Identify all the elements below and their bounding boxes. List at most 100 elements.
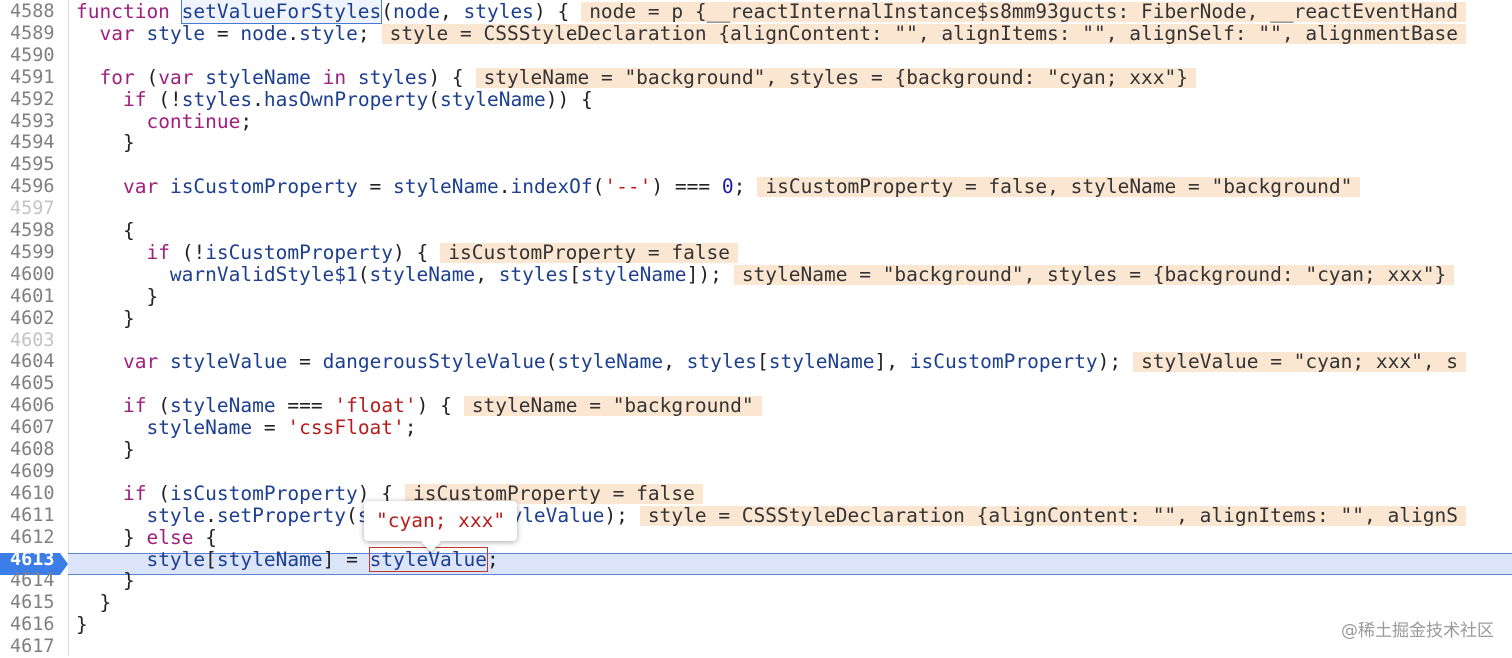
line-number[interactable]: 4617 — [10, 636, 62, 658]
code-line[interactable]: 4602 } — [0, 306, 1512, 330]
line-number[interactable]: 4602 — [10, 308, 62, 330]
punctuation — [76, 219, 123, 242]
punctuation — [76, 88, 123, 111]
line-number[interactable]: 4597 — [10, 198, 62, 220]
code-line[interactable]: 4593 continue; — [0, 110, 1512, 133]
code-line[interactable]: 4603 — [0, 330, 1512, 352]
code-line[interactable]: 4617 — [0, 636, 1512, 658]
line-number[interactable]: 4608 — [10, 439, 62, 461]
code-line[interactable]: 4599 if (!isCustomProperty) {isCustomPro… — [0, 240, 1512, 264]
punctuation — [193, 526, 205, 549]
code-line[interactable]: 4605 — [0, 373, 1512, 395]
line-number[interactable]: 4593 — [10, 111, 62, 133]
code-text: var style = node.style; style = CSSStyleD… — [76, 21, 1466, 45]
code-line[interactable]: 4609 — [0, 461, 1512, 483]
code-line[interactable]: 4615 } — [0, 592, 1512, 614]
punctuation — [323, 394, 335, 417]
code-line[interactable]: 4600 warnValidStyle$1(styleName, styles[… — [0, 262, 1512, 286]
punctuation: [ — [569, 262, 581, 286]
line-number[interactable]: 4598 — [10, 220, 62, 242]
code-line[interactable]: 4592 if (!styles.hasOwnProperty(styleNam… — [0, 87, 1512, 111]
line-number[interactable]: 4589 — [10, 23, 62, 45]
punctuation: { — [557, 0, 570, 23]
code-line[interactable]: 4613 style[styleName] = styleValue; — [0, 546, 1512, 572]
code-text: } else { — [76, 526, 217, 549]
code-text: } — [76, 439, 135, 461]
punctuation: = — [287, 394, 300, 418]
punctuation — [346, 66, 358, 89]
code-line[interactable]: 4608 } — [0, 439, 1512, 461]
line-number[interactable]: 4605 — [10, 373, 62, 395]
line-number[interactable]: 4616 — [10, 614, 62, 636]
code-line[interactable]: 4594 } — [0, 132, 1512, 154]
line-number[interactable]: 4609 — [10, 461, 62, 483]
line-number[interactable]: 4612 — [10, 527, 62, 549]
punctuation: ) — [416, 394, 429, 418]
punctuation: ; — [404, 416, 417, 440]
code-line[interactable]: 4596 var isCustomProperty = styleName.in… — [0, 176, 1512, 198]
punctuation — [675, 350, 687, 373]
code-line[interactable]: 4606 if (styleName === 'float') {styleNa… — [0, 395, 1512, 417]
line-number[interactable]: 4588 — [10, 1, 62, 23]
punctuation: { — [580, 87, 593, 111]
code-text: function setValueForStyles(node, styles)… — [76, 0, 1466, 24]
line-number[interactable]: 4610 — [10, 483, 62, 505]
line-number[interactable]: 4606 — [10, 395, 62, 417]
line-number[interactable]: 4600 — [10, 264, 62, 286]
code-line[interactable]: 4607 styleName = 'cssFloat'; — [0, 417, 1512, 439]
code-line[interactable]: 4590 — [0, 45, 1512, 67]
punctuation — [146, 482, 158, 505]
code-line[interactable]: 4614 } — [0, 570, 1512, 592]
punctuation: . — [287, 21, 300, 45]
line-number[interactable]: 4607 — [10, 417, 62, 439]
line-number[interactable]: 4592 — [10, 89, 62, 111]
punctuation — [487, 263, 499, 286]
line-number[interactable]: 4595 — [10, 154, 62, 176]
line-number[interactable]: 4596 — [10, 176, 62, 198]
inline-variable-value: styleName = "background", styles = {back… — [475, 67, 1196, 88]
punctuation: } — [122, 306, 135, 330]
line-number[interactable]: 4591 — [10, 67, 62, 89]
line-number[interactable]: 4615 — [10, 592, 62, 614]
code-line[interactable]: 4588 function setValueForStyles(node, sty… — [0, 0, 1512, 24]
punctuation: ( — [357, 262, 370, 286]
line-number[interactable]: 4611 — [10, 505, 62, 527]
code-line[interactable]: 4589 var style = node.style; style = CSSS… — [0, 21, 1512, 45]
code-line[interactable]: 4597 — [0, 198, 1512, 220]
code-line[interactable]: 4598 { — [0, 220, 1512, 242]
tooltip-value: "cyan; xxx" — [376, 509, 506, 532]
line-number[interactable]: 4590 — [10, 45, 62, 67]
keyword: var — [122, 175, 159, 199]
identifier: isCustomProperty — [169, 481, 358, 505]
code-line[interactable]: 4611 style.setProperty(styleName, styleV… — [0, 504, 1512, 527]
line-number[interactable]: 4613 — [10, 549, 62, 571]
line-number[interactable]: 4594 — [10, 132, 62, 154]
punctuation: [ — [205, 547, 217, 571]
code-line[interactable]: 4591 for (var styleName in styles) {styl… — [0, 65, 1512, 89]
code-line[interactable]: 4610 if (isCustomProperty) {isCustomProp… — [0, 481, 1512, 505]
punctuation — [428, 394, 440, 417]
line-number[interactable]: 4599 — [10, 242, 62, 264]
punctuation — [76, 482, 123, 505]
line-number[interactable]: 4603 — [10, 330, 62, 352]
punctuation: ( — [158, 394, 170, 418]
code-text: for (var styleName in styles) {styleName… — [76, 65, 1196, 89]
line-number[interactable]: 4601 — [10, 286, 62, 308]
line-number[interactable]: 4614 — [10, 570, 62, 592]
punctuation — [76, 504, 146, 527]
punctuation: = — [698, 175, 711, 199]
punctuation: [ — [757, 350, 769, 374]
code-line[interactable]: 4595 — [0, 154, 1512, 176]
code-line[interactable]: 4616} — [0, 614, 1512, 636]
code-line[interactable]: 4604 var styleValue = dangerousStyleValu… — [0, 351, 1512, 373]
punctuation: { — [451, 65, 464, 89]
punctuation — [76, 394, 123, 417]
punctuation — [76, 307, 123, 330]
code-text: warnValidStyle$1(styleName, styles[style… — [76, 262, 1455, 286]
punctuation: ; — [733, 175, 746, 199]
code-line[interactable]: 4601 } — [0, 285, 1512, 308]
line-number[interactable]: 4604 — [10, 351, 62, 373]
code-line[interactable]: 4612 } else { — [0, 526, 1512, 549]
punctuation: ) — [393, 240, 405, 264]
identifier: dangerousStyleValue — [322, 350, 546, 374]
